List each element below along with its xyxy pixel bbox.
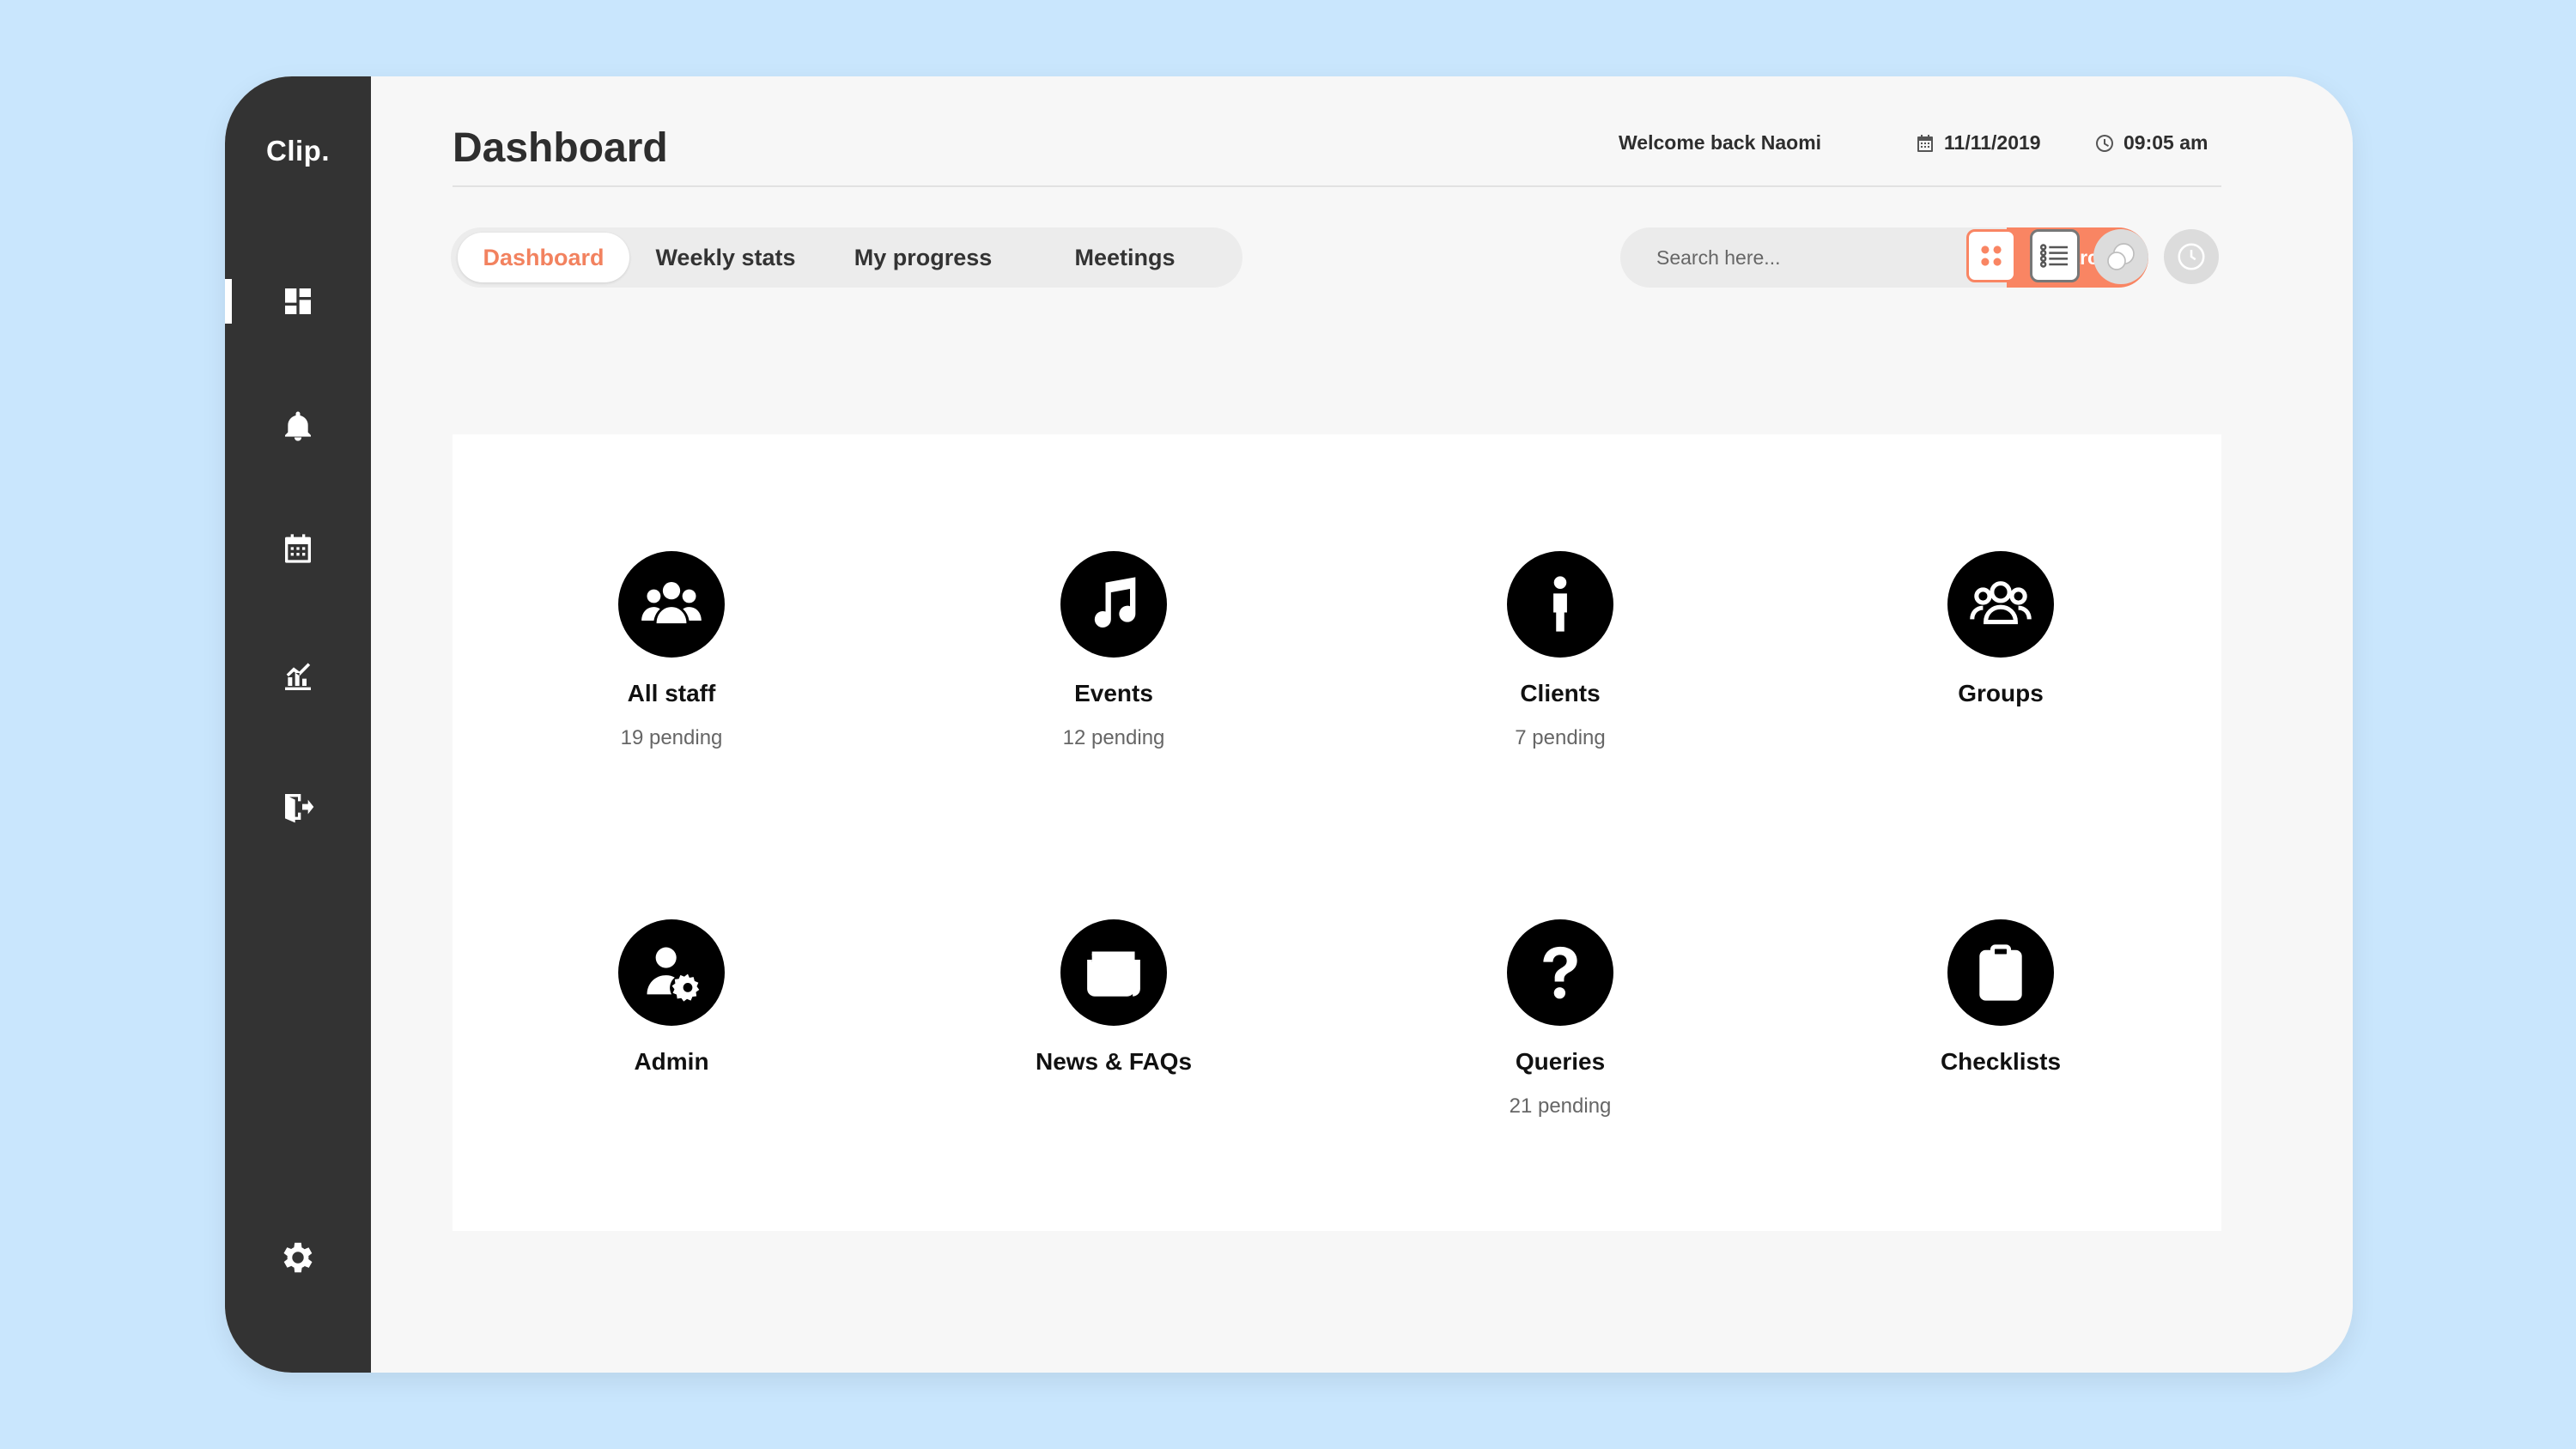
tab-dashboard[interactable]: Dashboard	[458, 233, 629, 282]
tile-label: Checklists	[1940, 1048, 2062, 1075]
tile-label: News & FAQs	[1035, 1048, 1193, 1075]
welcome-message: Welcome back Naomi	[1619, 131, 1821, 155]
page-title: Dashboard	[453, 125, 668, 171]
tile-events[interactable]: Events 12 pending	[959, 551, 1268, 750]
tile-groups[interactable]: Groups	[1846, 551, 2155, 726]
tile-icon-admin	[618, 919, 725, 1026]
users-icon	[641, 582, 702, 624]
chart-icon	[285, 663, 311, 690]
time-text: 09:05 am	[2123, 131, 2208, 154]
newspaper-icon	[1087, 951, 1140, 997]
app-window: Clip. Dashboard Welcome back Naomi 11/11…	[225, 76, 2353, 1373]
tile-label: Groups	[1958, 680, 2044, 706]
tile-admin[interactable]: Admin	[517, 919, 826, 1094]
clock-small-icon	[2096, 134, 2113, 152]
tile-checklists[interactable]: Checklists	[1846, 919, 2155, 1094]
tab-weekly-stats[interactable]: Weekly stats	[640, 233, 811, 282]
clipboard-check-icon	[1979, 944, 2022, 1001]
sidebar-item-notifications[interactable]	[225, 397, 371, 457]
current-time: 09:05 am	[2094, 131, 2208, 155]
sidebar-item-logout[interactable]	[225, 777, 371, 837]
tab-bar: Dashboard Weekly stats My progress Meeti…	[451, 227, 1242, 288]
tile-queries[interactable]: Queries 21 pending	[1406, 919, 1715, 1119]
tile-icon-groups	[1947, 551, 2054, 658]
logo: Clip.	[266, 135, 330, 167]
logout-icon	[285, 794, 314, 823]
tile-icon-events	[1060, 551, 1167, 658]
main-content: Dashboard Welcome back Naomi 11/11/2019 …	[371, 76, 2353, 1373]
tile-clients[interactable]: Clients 7 pending	[1406, 551, 1715, 750]
chat-button[interactable]	[2093, 229, 2148, 284]
tile-news-faqs[interactable]: News & FAQs	[959, 919, 1268, 1094]
tab-meetings[interactable]: Meetings	[1035, 233, 1215, 282]
tile-label: Admin	[634, 1048, 709, 1075]
dashboard-panel: All staff 19 pending Events 12 pending C…	[453, 434, 2221, 1231]
sidebar-item-statistics[interactable]	[225, 647, 371, 707]
calendar-icon	[285, 534, 311, 563]
tile-icon-all-staff	[618, 551, 725, 658]
clock-icon	[2178, 243, 2205, 270]
grid-view-button[interactable]	[1966, 229, 2016, 282]
chat-bubbles-icon	[2107, 243, 2135, 270]
tile-pending-count: 19 pending	[620, 726, 723, 749]
grid-view-icon	[1981, 246, 2002, 266]
tile-pending-count: 7 pending	[1515, 726, 1606, 749]
welcome-text: Welcome back Naomi	[1619, 131, 1822, 154]
sidebar-item-calendar[interactable]	[225, 518, 371, 579]
history-button[interactable]	[2164, 229, 2219, 284]
header-divider	[453, 185, 2221, 187]
dashboard-icon	[285, 288, 311, 314]
tile-label: All staff	[627, 680, 716, 706]
settings-button[interactable]	[225, 1228, 371, 1288]
tile-label: Queries	[1515, 1048, 1606, 1075]
group-icon	[1970, 581, 2032, 625]
gear-icon	[283, 1242, 313, 1273]
tile-icon-checklists	[1947, 919, 2054, 1026]
tile-pending-count: 21 pending	[1509, 1094, 1612, 1118]
question-icon	[1543, 946, 1577, 999]
date-text: 11/11/2019	[1944, 131, 2041, 154]
sidebar: Clip.	[225, 76, 371, 1373]
search-input[interactable]	[1620, 227, 2007, 288]
bell-icon	[285, 411, 311, 441]
tile-all-staff[interactable]: All staff 19 pending	[517, 551, 826, 750]
music-note-icon	[1094, 577, 1136, 628]
calendar-small-icon	[1917, 134, 1933, 152]
tile-icon-news-faqs	[1060, 919, 1167, 1026]
sidebar-item-dashboard[interactable]	[225, 271, 371, 331]
tile-label: Events	[1074, 680, 1153, 706]
list-view-button[interactable]	[2030, 229, 2080, 282]
current-date: 11/11/2019	[1915, 131, 2041, 155]
tile-icon-clients	[1507, 551, 1613, 658]
user-gear-icon	[647, 947, 700, 1002]
list-view-icon	[2039, 244, 2068, 268]
tile-pending-count: 12 pending	[1062, 726, 1165, 749]
tile-label: Clients	[1520, 680, 1601, 706]
tab-my-progress[interactable]: My progress	[829, 233, 1018, 282]
person-icon	[1553, 576, 1567, 632]
tile-icon-queries	[1507, 919, 1613, 1026]
